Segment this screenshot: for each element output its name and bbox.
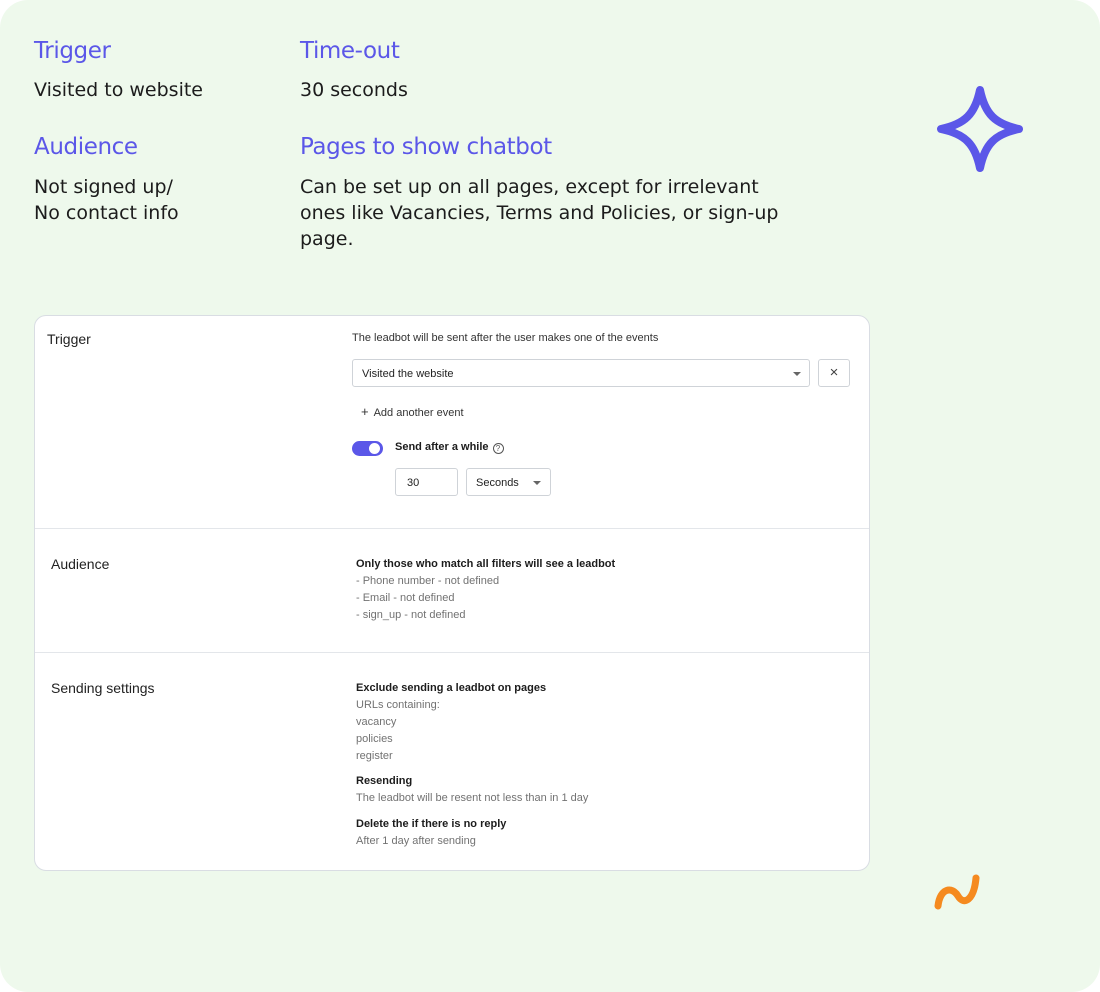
excluded-url: register: [356, 750, 393, 762]
audience-value: Not signed up/ No contact info: [34, 176, 179, 224]
help-icon[interactable]: ?: [492, 443, 504, 454]
remove-event-button[interactable]: ×: [818, 359, 850, 387]
timeout-value: 30 seconds: [300, 79, 408, 101]
trigger-description: The leadbot will be sent after the user …: [352, 332, 659, 344]
chevron-down-icon: [793, 372, 801, 376]
chevron-down-icon: [533, 481, 541, 485]
audience-filter: - Phone number - not defined: [356, 575, 500, 587]
send-after-text: Send after a while: [395, 441, 489, 453]
add-event-label: Add another event: [373, 407, 464, 419]
excluded-url: vacancy: [356, 716, 397, 728]
leadbot-settings-card: Trigger The leadbot will be sent after t…: [34, 315, 870, 871]
delay-unit-value: Seconds: [476, 477, 519, 489]
sending-section-label: Sending settings: [51, 680, 155, 696]
four-point-star-icon: [937, 86, 1023, 172]
slide-canvas: Trigger Visited to website Time-out 30 s…: [0, 0, 1100, 992]
toggle-knob: [369, 443, 380, 454]
audience-heading: Audience: [34, 134, 138, 160]
sending-section: Sending settings Exclude sending a leadb…: [35, 653, 869, 870]
exclude-subtitle: URLs containing:: [356, 699, 440, 711]
audience-filter: - Email - not defined: [356, 592, 455, 604]
squiggle-icon: [934, 874, 980, 910]
timeout-heading: Time-out: [300, 38, 400, 64]
trigger-heading: Trigger: [34, 38, 111, 64]
audience-filter: - sign_up - not defined: [356, 609, 466, 621]
audience-title: Only those who match all filters will se…: [356, 558, 616, 570]
send-after-label: Send after a while?: [395, 441, 504, 454]
delete-title: Delete the if there is no reply: [356, 818, 507, 830]
plus-icon: +: [361, 404, 369, 419]
pages-heading: Pages to show chatbot: [300, 134, 552, 160]
send-after-toggle[interactable]: [352, 441, 383, 456]
exclude-title: Exclude sending a leadbot on pages: [356, 682, 547, 694]
delete-text: After 1 day after sending: [356, 835, 476, 847]
add-event-button[interactable]: + Add another event: [361, 404, 464, 419]
delay-value-input[interactable]: 30: [395, 468, 458, 496]
event-select[interactable]: Visited the website: [352, 359, 810, 387]
pages-value: Can be set up on all pages, except for i…: [300, 176, 779, 250]
delay-unit-select[interactable]: Seconds: [466, 468, 551, 496]
trigger-section-label: Trigger: [47, 331, 91, 347]
resend-text: The leadbot will be resent not less than…: [356, 792, 589, 804]
excluded-url: policies: [356, 733, 393, 745]
audience-section: Audience Only those who match all filter…: [35, 529, 869, 652]
trigger-value: Visited to website: [34, 79, 203, 101]
trigger-section: Trigger The leadbot will be sent after t…: [35, 316, 869, 528]
audience-section-label: Audience: [51, 556, 110, 572]
resend-title: Resending: [356, 775, 413, 787]
event-select-value: Visited the website: [362, 368, 454, 380]
